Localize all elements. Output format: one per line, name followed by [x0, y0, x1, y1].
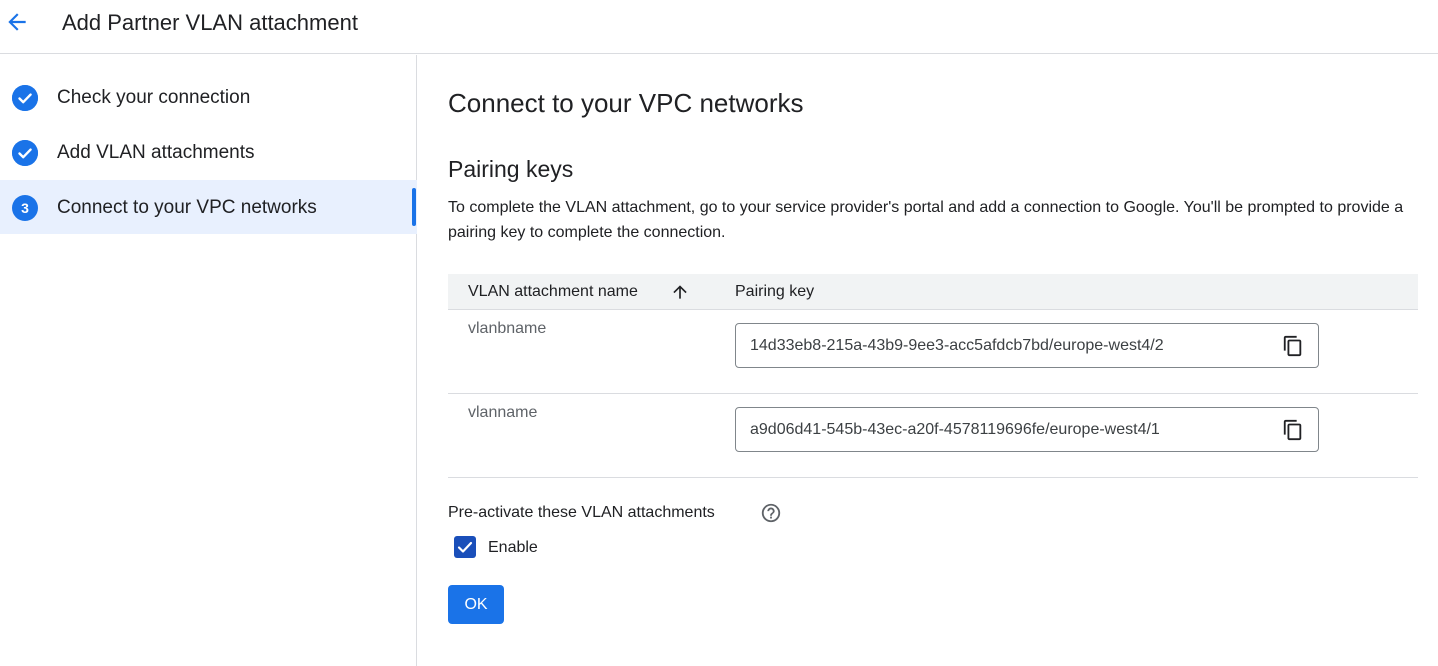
pairing-key-value[interactable]: 14d33eb8-215a-43b9-9ee3-acc5afdcb7bd/eur… — [750, 336, 1164, 356]
step-label: Check your connection — [57, 87, 251, 108]
table-header: VLAN attachment name Pairing key — [448, 274, 1418, 310]
vlan-name-cell: vlanbname — [468, 320, 547, 337]
step-number-badge: 3 — [12, 195, 38, 221]
page-header-title: Add Partner VLAN attachment — [62, 10, 358, 35]
arrow-up-icon[interactable] — [670, 282, 690, 302]
step-connect-vpc-networks[interactable]: 3 Connect to your VPC networks — [0, 180, 417, 234]
ok-button[interactable]: OK — [448, 585, 504, 624]
section-title: Pairing keys — [448, 156, 574, 182]
pairing-key-field[interactable]: 14d33eb8-215a-43b9-9ee3-acc5afdcb7bd/eur… — [735, 323, 1319, 368]
arrow-back-icon[interactable] — [4, 9, 30, 35]
step-label: Connect to your VPC networks — [57, 197, 317, 218]
table-row: vlanname a9d06d41-545b-43ec-a20f-4578119… — [448, 394, 1418, 478]
copy-icon[interactable] — [1282, 335, 1304, 357]
help-circle-icon[interactable] — [760, 502, 782, 524]
stepper-sidebar: Check your connection Add VLAN attachmen… — [0, 55, 417, 666]
copy-icon[interactable] — [1282, 419, 1304, 441]
pairing-key-field[interactable]: a9d06d41-545b-43ec-a20f-4578119696fe/eur… — [735, 407, 1319, 452]
preactivate-label: Pre-activate these VLAN attachments — [448, 504, 715, 521]
check-circle-icon — [12, 85, 38, 111]
main-content: Connect to your VPC networks Pairing key… — [418, 55, 1438, 666]
step-label: Add VLAN attachments — [57, 142, 255, 163]
column-header-pairing-key: Pairing key — [735, 283, 815, 300]
check-circle-icon — [12, 140, 38, 166]
top-bar: Add Partner VLAN attachment — [0, 0, 1438, 54]
pairing-keys-table: VLAN attachment name Pairing key vlanbna… — [448, 274, 1418, 478]
step-add-vlan-attachments[interactable]: Add VLAN attachments — [0, 125, 417, 179]
vlan-name-cell: vlanname — [468, 404, 538, 421]
section-description: To complete the VLAN attachment, go to y… — [448, 199, 1404, 241]
table-row: vlanbname 14d33eb8-215a-43b9-9ee3-acc5af… — [448, 310, 1418, 394]
enable-checkbox-label[interactable]: Enable — [488, 537, 538, 559]
enable-checkbox[interactable] — [454, 536, 476, 558]
step-check-connection[interactable]: Check your connection — [0, 70, 417, 124]
pairing-key-value[interactable]: a9d06d41-545b-43ec-a20f-4578119696fe/eur… — [750, 420, 1160, 440]
column-header-name[interactable]: VLAN attachment name — [468, 282, 638, 302]
page-title: Connect to your VPC networks — [448, 88, 804, 118]
